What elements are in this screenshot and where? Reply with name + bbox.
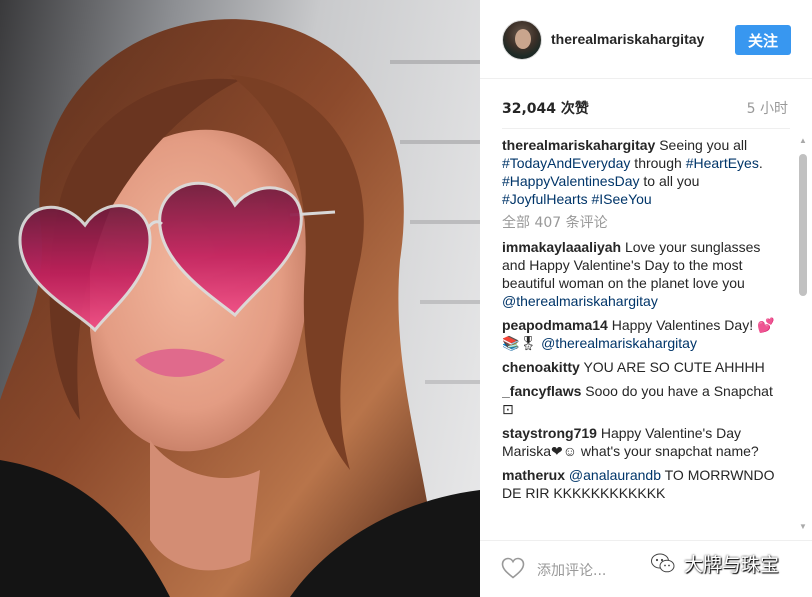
comment-item: peapodmama14 Happy Valentines Day! 💕📚🎖 @… — [502, 316, 787, 352]
post-meta: 32,044 次赞 5 小时 — [502, 79, 790, 129]
comment-username[interactable]: _fancyflaws — [502, 383, 581, 399]
comment-item: _fancyflaws Sooo do you have a Snapchat … — [502, 382, 787, 418]
avatar[interactable] — [502, 20, 542, 60]
hashtag-link[interactable]: #ISeeYou — [591, 191, 651, 207]
mention-link[interactable]: @therealmariskahargitay — [541, 335, 697, 351]
heart-icon[interactable] — [501, 557, 525, 579]
hashtag-link[interactable]: #TodayAndEveryday — [502, 155, 630, 171]
caption: therealmariskahargitay Seeing you all #T… — [502, 136, 787, 208]
hashtag-link[interactable]: #JoyfulHearts — [502, 191, 588, 207]
comment-text: YOU ARE SO CUTE AHHHH — [579, 359, 765, 375]
follow-button[interactable]: 关注 — [735, 25, 791, 55]
caption-text: . — [758, 155, 763, 171]
post-photo-illustration — [0, 19, 480, 597]
scroll-down-arrow-icon[interactable]: ▼ — [798, 522, 808, 532]
comment-username[interactable]: matherux — [502, 467, 565, 483]
hashtag-link[interactable]: #HappyValentinesDay — [502, 173, 640, 189]
view-all-comments-link[interactable]: 全部 407 条评论 — [502, 214, 787, 232]
comment-username[interactable]: chenoakitty — [502, 359, 580, 375]
post-timestamp[interactable]: 5 小时 — [747, 98, 788, 118]
watermark-text: 大牌与珠宝 — [684, 553, 780, 576]
watermark: 大牌与珠宝 — [650, 548, 779, 578]
post-photo[interactable] — [0, 0, 480, 597]
scroll-up-arrow-icon[interactable]: ▲ — [798, 136, 808, 146]
scrollbar-thumb[interactable] — [799, 154, 807, 296]
comment-username[interactable]: staystrong719 — [502, 425, 597, 441]
likes-count[interactable]: 32,044 次赞 — [502, 98, 589, 118]
mention-link[interactable]: @analaurandb — [569, 467, 661, 483]
comment-item: matherux @analaurandb TO MORRWNDO DE RIR… — [502, 466, 787, 502]
comments-scrollbar[interactable]: ▲ ▼ — [796, 136, 810, 532]
mention-link[interactable]: @therealmariskahargitay — [502, 293, 658, 309]
comment-item: staystrong719 Happy Valentine's Day Mari… — [502, 424, 787, 460]
comment-item: immakaylaaaliyah Love your sunglasses an… — [502, 238, 787, 310]
wechat-logo-icon — [651, 553, 675, 573]
post-username[interactable]: therealmariskahargitay — [551, 31, 704, 47]
comment-username[interactable]: immakaylaaaliyah — [502, 239, 621, 255]
caption-text: Seeing you all — [655, 137, 748, 153]
caption-text: through — [630, 155, 686, 171]
add-comment-input[interactable]: 添加评论... — [537, 560, 606, 580]
comments-list[interactable]: therealmariskahargitay Seeing you all #T… — [502, 136, 787, 532]
hashtag-link[interactable]: #HeartEyes — [686, 155, 759, 171]
comment-username[interactable]: peapodmama14 — [502, 317, 608, 333]
caption-username[interactable]: therealmariskahargitay — [502, 137, 655, 153]
comment-item: chenoakitty YOU ARE SO CUTE AHHHH — [502, 358, 787, 376]
caption-text: to all you — [639, 173, 700, 189]
post-header: therealmariskahargitay 关注 — [480, 0, 812, 79]
